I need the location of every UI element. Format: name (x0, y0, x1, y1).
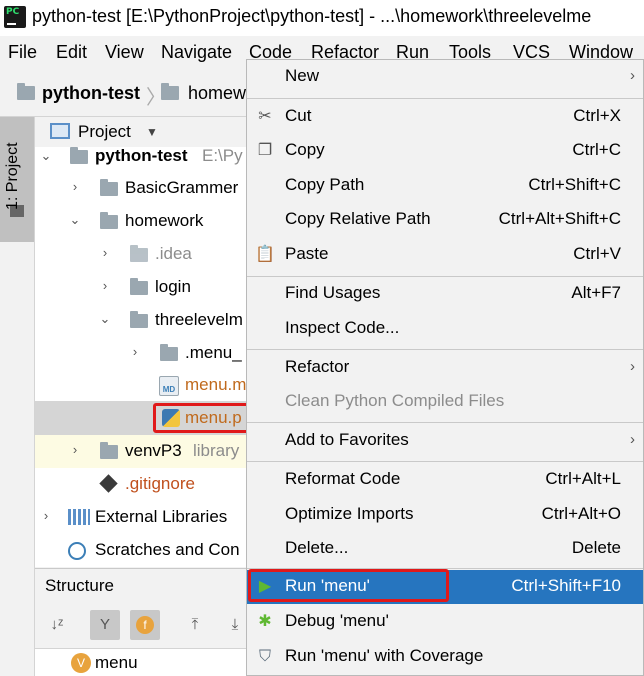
menu-item-delete[interactable]: Delete... Delete (247, 532, 643, 566)
menu-item-inspect-code[interactable]: Inspect Code... (247, 312, 643, 346)
annotation-highlight-box (153, 403, 249, 433)
folder-icon (160, 344, 178, 361)
project-view-icon (50, 123, 70, 139)
tree-label: Scratches and Con (95, 540, 240, 559)
coverage-shield-icon: ⛉ (258, 648, 271, 665)
menu-separator (247, 422, 643, 423)
tree-label: menu.m (185, 375, 247, 394)
tree-label: BasicGrammer (125, 178, 239, 197)
tree-label: .idea (155, 244, 192, 263)
variable-icon: V (71, 653, 91, 673)
chevron-right-icon[interactable]: › (98, 279, 112, 293)
folder-icon (100, 442, 118, 459)
folder-icon (100, 212, 118, 229)
breadcrumb-project[interactable]: python-test (42, 83, 140, 104)
chevron-right-icon[interactable]: › (128, 345, 142, 359)
menu-item-clean-compiled[interactable]: Clean Python Compiled Files (247, 385, 643, 419)
chevron-right-icon[interactable]: › (68, 443, 82, 457)
menu-item-optimize-imports[interactable]: Optimize Imports Ctrl+Alt+O (247, 498, 643, 532)
title-bar: PC python-test [E:\PythonProject\python-… (0, 0, 644, 36)
chevron-down-icon[interactable]: ⌄ (39, 149, 53, 163)
menu-item-copy-relative-path[interactable]: Copy Relative Path Ctrl+Alt+Shift+C (247, 203, 643, 237)
tree-label: External Libraries (95, 507, 228, 526)
tree-label: homework (125, 211, 204, 230)
tree-label: threelevelm (155, 310, 243, 329)
chevron-right-icon[interactable]: › (68, 180, 82, 194)
menu-item-refactor[interactable]: Refactor › (247, 351, 643, 385)
menu-item-copy[interactable]: ❐ Copy Ctrl+C (247, 134, 643, 168)
menu-item-new[interactable]: New › (247, 60, 643, 94)
debug-bug-icon: ✱ (258, 613, 272, 630)
folder-icon (17, 83, 35, 100)
scissors-icon: ✂ (258, 108, 272, 125)
submenu-arrow-icon: › (630, 431, 635, 448)
folder-icon (161, 83, 179, 100)
submenu-arrow-icon: › (630, 67, 635, 84)
menu-separator (247, 98, 643, 99)
structure-item[interactable]: menu (95, 653, 138, 673)
project-panel-title[interactable]: Project (78, 122, 131, 142)
scratches-icon (68, 542, 86, 560)
menu-navigate[interactable]: Navigate (161, 42, 232, 63)
tree-label: python-test (95, 146, 188, 165)
annotation-highlight-box (248, 569, 449, 602)
menu-separator (247, 349, 643, 350)
pycharm-logo-icon: PC (4, 6, 26, 28)
show-fields-icon[interactable]: f (130, 610, 160, 640)
git-file-icon (99, 474, 118, 493)
menu-item-copy-path[interactable]: Copy Path Ctrl+Shift+C (247, 169, 643, 203)
menu-item-cut[interactable]: ✂ Cut Ctrl+X (247, 100, 643, 134)
expand-all-icon[interactable]: ⤒ (180, 610, 210, 640)
show-inherited-icon[interactable]: Y (90, 610, 120, 640)
tree-label: login (155, 277, 191, 296)
sort-alphabetically-icon[interactable]: ↓ᶻ (42, 610, 72, 640)
structure-panel-title[interactable]: Structure (45, 576, 114, 596)
tree-label-path: E:\Py (202, 146, 243, 165)
tree-label: venvP3 (125, 441, 182, 460)
menu-item-add-to-favorites[interactable]: Add to Favorites › (247, 424, 643, 458)
project-tool-tab-label: 1: Project (4, 142, 21, 210)
menu-edit[interactable]: Edit (56, 42, 87, 63)
chevron-down-icon[interactable]: ⌄ (68, 213, 82, 227)
folder-icon (100, 179, 118, 196)
tree-label: .menu_ (185, 343, 242, 362)
menu-item-run-with-coverage[interactable]: ⛉ Run 'menu' with Coverage (247, 640, 643, 674)
menu-view[interactable]: View (105, 42, 144, 63)
chevron-right-icon[interactable]: › (98, 246, 112, 260)
menu-separator (247, 461, 643, 462)
dropdown-arrow-icon[interactable]: ▼ (146, 125, 158, 139)
chevron-right-icon[interactable]: › (39, 509, 53, 523)
markdown-file-icon: MD (159, 376, 179, 396)
folder-icon (130, 245, 148, 262)
folder-icon (130, 311, 148, 328)
menu-item-find-usages[interactable]: Find Usages Alt+F7 (247, 277, 643, 311)
menu-item-reformat-code[interactable]: Reformat Code Ctrl+Alt+L (247, 463, 643, 497)
library-icon (68, 509, 90, 525)
folder-icon (130, 278, 148, 295)
chevron-down-icon[interactable]: ⌄ (98, 312, 112, 326)
menu-file[interactable]: File (8, 42, 37, 63)
menu-item-paste[interactable]: 📋 Paste Ctrl+V (247, 238, 643, 272)
copy-icon: ❐ (257, 142, 273, 159)
breadcrumb-homework[interactable]: homew (188, 83, 246, 104)
menu-item-debug-menu[interactable]: ✱ Debug 'menu' (247, 605, 643, 639)
submenu-arrow-icon: › (630, 358, 635, 375)
tree-label: .gitignore (125, 474, 195, 493)
window-title: python-test [E:\PythonProject\python-tes… (32, 6, 592, 26)
clipboard-icon: 📋 (255, 246, 275, 263)
folder-icon (70, 147, 88, 164)
tree-label-library: library (193, 441, 240, 460)
